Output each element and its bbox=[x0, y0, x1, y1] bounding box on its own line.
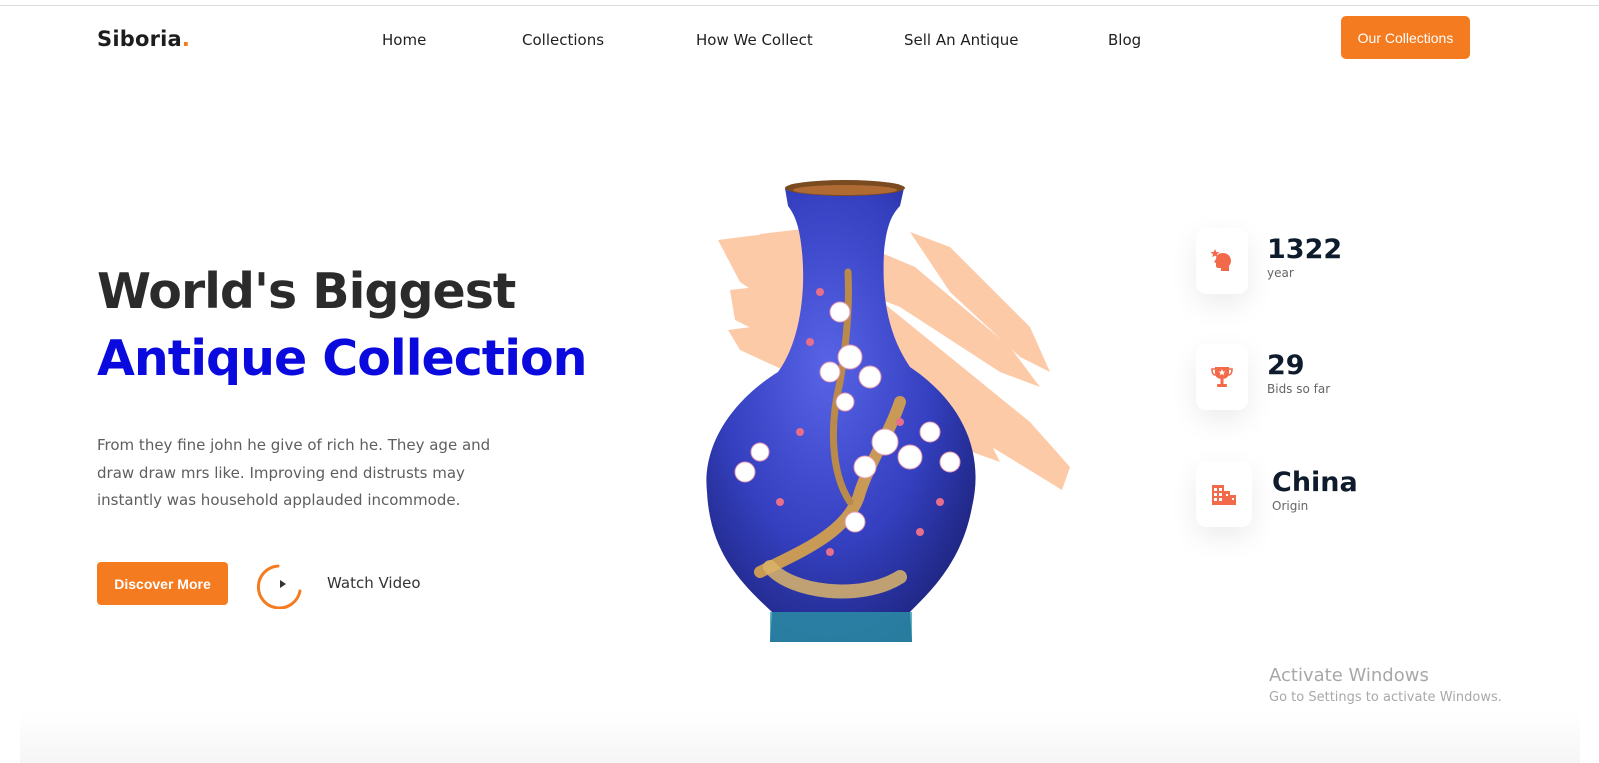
nav-how-we-collect[interactable]: How We Collect bbox=[696, 31, 813, 49]
head-star-icon bbox=[1210, 249, 1231, 271]
stat-value: 29 bbox=[1267, 350, 1305, 381]
play-icon bbox=[256, 564, 302, 610]
stat-value: China bbox=[1272, 467, 1358, 498]
our-collections-button[interactable]: Our Collections bbox=[1341, 16, 1470, 59]
site-header: Siboria. Home Collections How We Collect… bbox=[0, 6, 1599, 72]
stat-label: Bids so far bbox=[1267, 382, 1331, 396]
hero-title-line2: Antique Collection bbox=[97, 330, 588, 387]
nav-collections[interactable]: Collections bbox=[522, 31, 604, 49]
stat-icon-box bbox=[1196, 344, 1248, 410]
activate-windows-watermark: Activate Windows Go to Settings to activ… bbox=[1269, 665, 1502, 705]
stat-icon-box bbox=[1196, 228, 1248, 294]
logo-dot: . bbox=[181, 27, 191, 51]
vase-image bbox=[706, 180, 1070, 642]
section-bottom-shadow bbox=[20, 712, 1580, 763]
watermark-title: Activate Windows bbox=[1269, 665, 1429, 686]
logo[interactable]: Siboria. bbox=[97, 27, 190, 51]
vase-illustration bbox=[700, 172, 1080, 652]
nav-sell-an-antique[interactable]: Sell An Antique bbox=[904, 31, 1018, 49]
trophy-icon bbox=[1211, 367, 1233, 387]
stat-value: 1322 bbox=[1267, 234, 1343, 265]
hero-description: From they fine john he give of rich he. … bbox=[97, 436, 491, 509]
stat-label: year bbox=[1267, 266, 1294, 280]
logo-text: Siboria bbox=[97, 27, 182, 51]
watch-video-link[interactable]: Watch Video bbox=[327, 574, 421, 592]
stat-icon-box bbox=[1196, 461, 1252, 527]
hero-title-line1: World's Biggest bbox=[97, 263, 516, 320]
stat-label: Origin bbox=[1272, 499, 1309, 513]
buildings-icon bbox=[1212, 485, 1236, 505]
nav-blog[interactable]: Blog bbox=[1108, 31, 1141, 49]
hero-title: World's Biggest Antique Collection bbox=[97, 258, 588, 392]
play-video-button[interactable] bbox=[256, 561, 304, 610]
watermark-subtitle: Go to Settings to activate Windows. bbox=[1269, 690, 1502, 705]
discover-more-button[interactable]: Discover More bbox=[97, 562, 228, 605]
nav-home[interactable]: Home bbox=[382, 31, 426, 49]
